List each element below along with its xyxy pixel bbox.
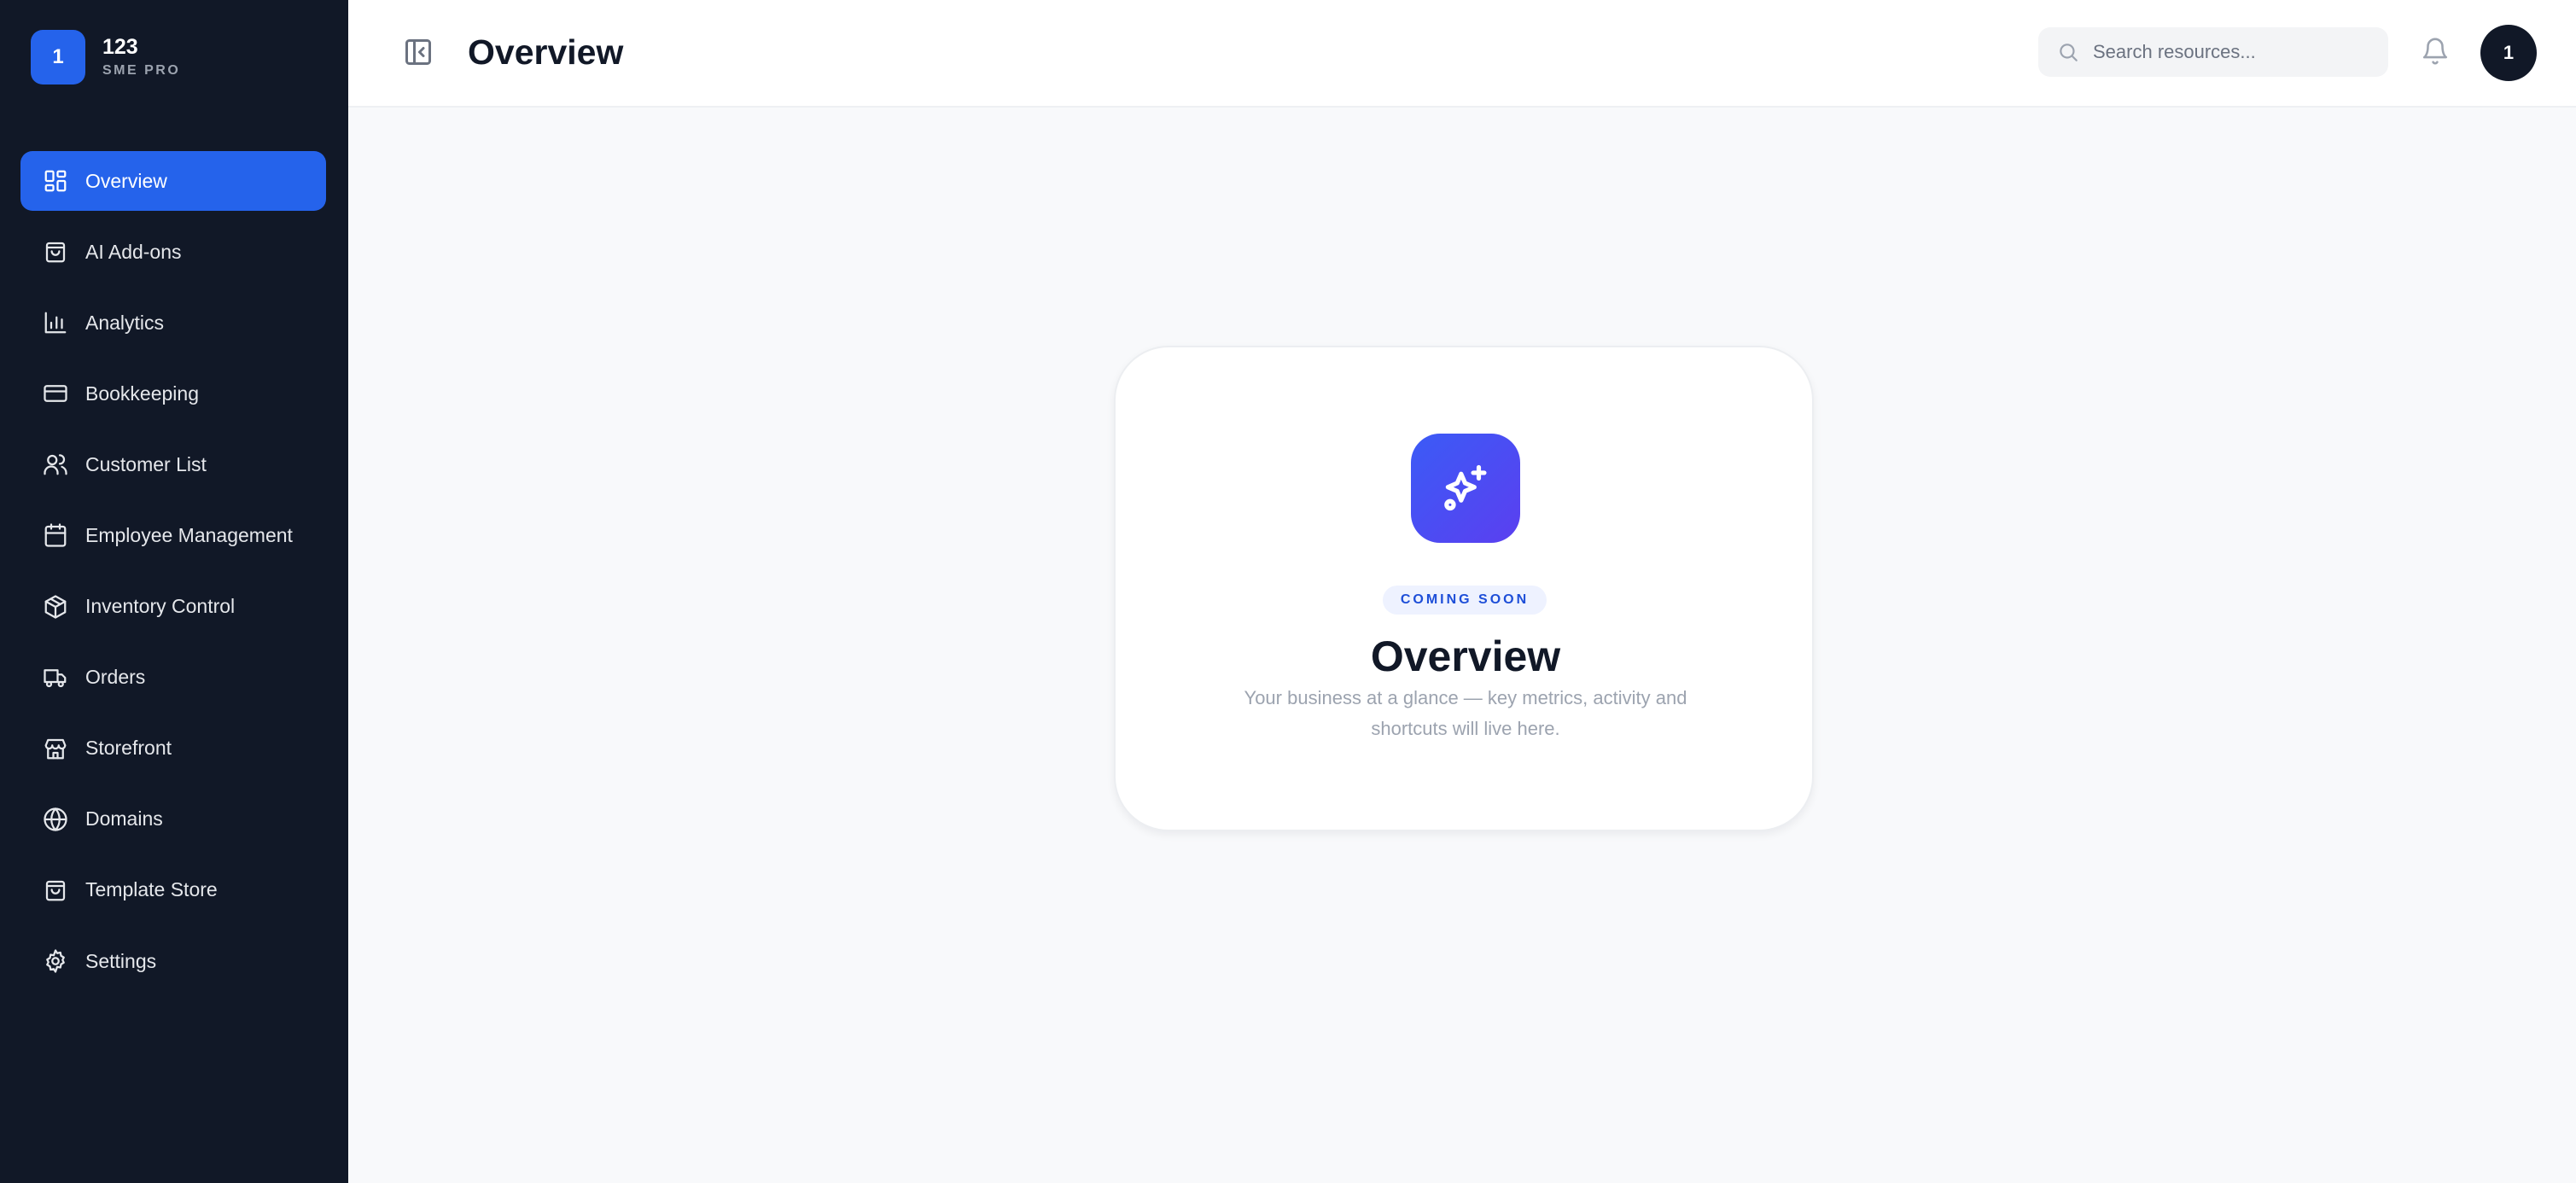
store-icon (42, 735, 69, 762)
app-root: 1 123 SME PRO Overview AI Add-ons Analyt… (0, 0, 2576, 1183)
users-icon (42, 451, 69, 478)
coming-soon-card: COMING SOON Overview Your business at a … (1114, 346, 1814, 831)
search-box (2038, 27, 2388, 77)
sidebar: 1 123 SME PRO Overview AI Add-ons Analyt… (0, 0, 348, 1183)
sidebar-item-label: Analytics (85, 311, 165, 334)
sidebar-item-ai-add-ons[interactable]: AI Add-ons (20, 222, 326, 282)
sidebar-item-overview[interactable]: Overview (20, 151, 326, 211)
notifications-button[interactable] (2421, 37, 2450, 66)
sidebar-item-template-store[interactable]: Template Store (20, 860, 326, 920)
sparkles-icon-tile (1411, 434, 1520, 543)
brand-subtitle: SME PRO (102, 63, 181, 79)
sidebar-item-label: Inventory Control (85, 595, 236, 618)
sidebar-item-label: Orders (85, 666, 146, 689)
sidebar-item-label: AI Add-ons (85, 240, 182, 263)
brand-logo: 1 (31, 30, 85, 84)
sparkles-icon (1444, 464, 1487, 511)
sidebar-item-orders[interactable]: Orders (20, 648, 326, 708)
sidebar-item-inventory-control[interactable]: Inventory Control (20, 577, 326, 637)
status-badge: COMING SOON (1383, 586, 1547, 615)
globe-icon (42, 806, 69, 833)
page-title: Overview (468, 32, 624, 72)
avatar[interactable]: 1 (2480, 25, 2537, 81)
sidebar-item-label: Storefront (85, 737, 172, 760)
panel-collapse-icon (405, 39, 431, 65)
sidebar-item-label: Customer List (85, 452, 207, 475)
sidebar-item-label: Employee Management (85, 523, 293, 546)
brand-name: 123 (102, 34, 138, 59)
shopping-bag-icon (42, 238, 69, 265)
sidebar-item-employee-management[interactable]: Employee Management (20, 505, 326, 565)
sidebar-item-settings[interactable]: Settings (20, 931, 326, 991)
gear-icon (42, 947, 69, 975)
sidebar-item-analytics[interactable]: Analytics (20, 293, 326, 353)
sidebar-item-customer-list[interactable]: Customer List (20, 434, 326, 494)
shopping-bag-icon (42, 877, 69, 904)
search-icon (2057, 41, 2079, 63)
credit-card-icon (42, 380, 69, 407)
sidebar-nav: Overview AI Add-ons Analytics Bookkeepin… (20, 151, 326, 1002)
sidebar-item-label: Bookkeeping (85, 382, 199, 405)
sidebar-item-bookkeeping[interactable]: Bookkeeping (20, 364, 326, 423)
sidebar-item-label: Template Store (85, 878, 218, 901)
dashboard-icon (42, 167, 69, 195)
card-title: Overview (1370, 632, 1561, 680)
brand[interactable]: 1 123 SME PRO (31, 30, 180, 84)
bell-icon (2422, 38, 2448, 65)
sidebar-item-storefront[interactable]: Storefront (20, 719, 326, 778)
sidebar-item-label: Settings (85, 949, 157, 972)
package-icon (42, 593, 69, 621)
sidebar-toggle-button[interactable] (403, 37, 434, 67)
calendar-icon (42, 522, 69, 549)
top-header: Overview 1 (348, 0, 2576, 108)
sidebar-item-label: Overview (85, 169, 167, 192)
truck-icon (42, 664, 69, 691)
sidebar-item-label: Domains (85, 807, 163, 830)
bar-chart-icon (42, 309, 69, 336)
sidebar-item-domains[interactable]: Domains (20, 790, 326, 849)
brand-text: 123 SME PRO (102, 34, 181, 79)
card-description: Your business at a glance — key metrics,… (1244, 687, 1687, 739)
search-input[interactable] (2093, 41, 2375, 63)
